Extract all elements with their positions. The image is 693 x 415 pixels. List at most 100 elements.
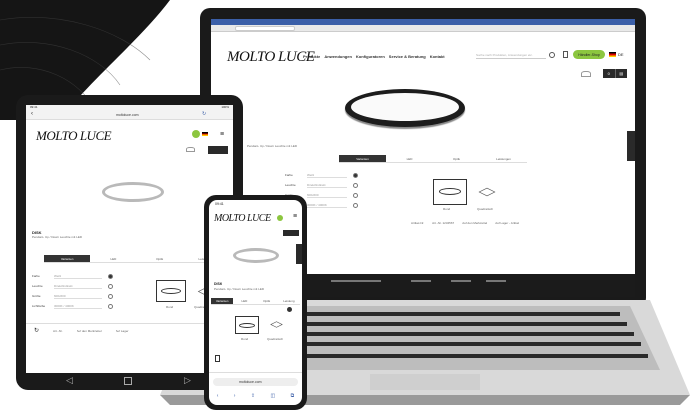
site-logo[interactable]: MOLTO LUCE (227, 49, 315, 66)
bookmark-icon[interactable] (563, 51, 568, 58)
row-label: Leuchte (285, 183, 296, 187)
side-contact-tab[interactable] (627, 131, 635, 161)
compare-icon[interactable] (581, 71, 591, 77)
tablet-nav-recent[interactable]: ▷ (184, 376, 191, 385)
search-icon[interactable] (549, 52, 555, 58)
info-icon[interactable] (353, 202, 358, 208)
nav-item-kontakt[interactable]: Kontakt (430, 54, 445, 59)
tablet-variant-rows: Farbe Weiß Leuchte Direkt/Indirekt Größe… (32, 271, 132, 311)
tab-leistungen[interactable]: Leistungen (480, 155, 527, 162)
tab-led[interactable]: LED (233, 298, 255, 304)
info-icon[interactable] (108, 273, 113, 279)
info-icon[interactable] (108, 293, 113, 299)
tablet-logo[interactable]: MOLTO LUCE (36, 128, 112, 144)
info-icon[interactable] (108, 303, 113, 309)
phone-menu-icon[interactable]: ≡ (293, 213, 297, 220)
tablet-flag-icon[interactable] (202, 132, 208, 136)
cart-counter[interactable]: 0 ▤ (603, 69, 627, 78)
footer-col (411, 280, 431, 282)
haendler-shop-button[interactable]: Händler-Shop (573, 50, 605, 59)
phone-urlbar[interactable]: moltoluce.com (213, 378, 298, 386)
row-select[interactable]: Direkt/Indirekt (307, 183, 347, 188)
phone-url[interactable]: moltoluce.com (239, 380, 262, 384)
phone-bookmarks-icon[interactable]: ◫ (271, 393, 276, 399)
tablet-cart-counter[interactable] (208, 146, 228, 154)
order-bar-item: Auf Lager - Artikel (495, 221, 520, 225)
laptop-tabs: Varianten LED Optik Leistungen (339, 155, 527, 163)
variant-row[interactable]: Farbe Weiß (285, 170, 385, 180)
tablet-nav-home[interactable] (124, 377, 132, 385)
tablet-urlbar[interactable]: ‹ moltoluce.com ↻ (26, 110, 233, 120)
tablet-nav-back[interactable]: ◁ (66, 376, 73, 385)
tab-optik[interactable]: Optik (137, 255, 183, 262)
tablet-shape-round[interactable] (156, 280, 186, 302)
merkzettel-link[interactable]: Auf den Merkzettel (77, 329, 102, 333)
tablet-screen: 09:41 100% ‹ moltoluce.com ↻ MOLTO LUCE … (26, 105, 233, 373)
phone-cart-counter[interactable] (283, 230, 299, 236)
info-icon[interactable] (353, 182, 358, 188)
phone-tabs: Varianten LED Optik Leistung (211, 298, 300, 305)
back-icon[interactable]: ‹ (31, 111, 33, 117)
tab-varianten[interactable]: Varianten (339, 155, 386, 162)
phone-side-tab[interactable] (296, 244, 302, 264)
main-nav: Produkte Anwendungen Konfiguratoren Serv… (303, 54, 445, 59)
tab-varianten[interactable]: Varianten (44, 255, 91, 262)
row-select[interactable]: 600x600 (307, 193, 347, 198)
round-shape-icon (239, 323, 255, 328)
tablet-url[interactable]: moltoluce.com (116, 113, 139, 117)
nav-item-anwendungen[interactable]: Anwendungen (324, 54, 352, 59)
phone-bookmark-icon[interactable] (215, 355, 220, 362)
shape-label-round: Rund (241, 337, 249, 341)
tab-leistung[interactable]: Leistung (278, 298, 300, 304)
search-input[interactable]: Suche nach Produkten, Anwendungen etc. (476, 53, 546, 59)
info-icon[interactable] (108, 283, 113, 289)
row-select[interactable]: Weiß (54, 274, 102, 279)
row-select[interactable]: Weiß (307, 173, 347, 178)
shape-option-square[interactable] (475, 182, 499, 202)
phone-green-button[interactable] (277, 215, 283, 221)
phone-logo[interactable]: MOLTO LUCE (214, 213, 271, 224)
variant-row[interactable]: Farbe Weiß (32, 271, 132, 281)
tab-led[interactable]: LED (386, 155, 433, 162)
row-label: Farbe (285, 173, 293, 177)
variant-row[interactable]: Lichtfarbe 3000K / 4000K (32, 301, 132, 311)
nav-item-konfiguratoren[interactable]: Konfiguratoren (356, 54, 385, 59)
tablet-tabs: Varianten LED Optik Leistungen (44, 255, 229, 263)
nav-item-produkte[interactable]: Produkte (303, 54, 320, 59)
tab-led[interactable]: LED (90, 255, 136, 262)
reload-icon[interactable]: ↻ (202, 111, 206, 117)
nav-item-service[interactable]: Service & Beratung (389, 54, 426, 59)
refresh-icon[interactable]: ↻ (34, 327, 39, 334)
phone-shape-round[interactable] (235, 316, 259, 334)
address-bar[interactable] (235, 26, 295, 31)
round-shape-icon (439, 188, 461, 195)
phone-shape-square[interactable] (267, 318, 285, 332)
row-select[interactable]: 600x600 (54, 294, 102, 299)
tablet-green-button[interactable] (192, 130, 200, 138)
footer-col (486, 280, 506, 282)
phone-info-icon[interactable] (287, 307, 292, 312)
phone-back-icon[interactable]: ‹ (217, 393, 219, 399)
variant-row[interactable]: Leuchte Direkt/Indirekt (285, 180, 385, 190)
phone-forward-icon[interactable]: › (234, 393, 236, 399)
row-select[interactable]: 3000K / 4000K (54, 304, 102, 309)
row-select[interactable]: Direkt/Indirekt (54, 284, 102, 289)
round-shape-icon (161, 288, 181, 294)
merkzettel-link[interactable]: Auf den Merkzettel (462, 221, 487, 227)
variant-row[interactable]: Leuchte Direkt/Indirekt (32, 281, 132, 291)
phone-tabs-icon[interactable]: ⧉ (291, 393, 295, 399)
phone-share-icon[interactable]: ⇪ (251, 393, 255, 399)
row-select[interactable]: 3000K / 4000K (307, 203, 347, 208)
info-icon[interactable] (353, 172, 358, 178)
lang-switch[interactable]: DE (618, 52, 624, 57)
info-icon[interactable] (353, 192, 358, 198)
tablet-menu-icon[interactable]: ≡ (220, 131, 224, 138)
shape-option-round[interactable] (433, 179, 467, 205)
phone-product-subtitle: Pendant- Up / Down Leuchte mit LED (214, 287, 265, 291)
flag-icon[interactable] (609, 52, 616, 57)
tab-optik[interactable]: Optik (256, 298, 278, 304)
tab-optik[interactable]: Optik (433, 155, 480, 162)
tablet-compare-icon[interactable] (186, 147, 195, 152)
tab-varianten[interactable]: Varianten (211, 298, 234, 304)
variant-row[interactable]: Größe 600x600 (32, 291, 132, 301)
